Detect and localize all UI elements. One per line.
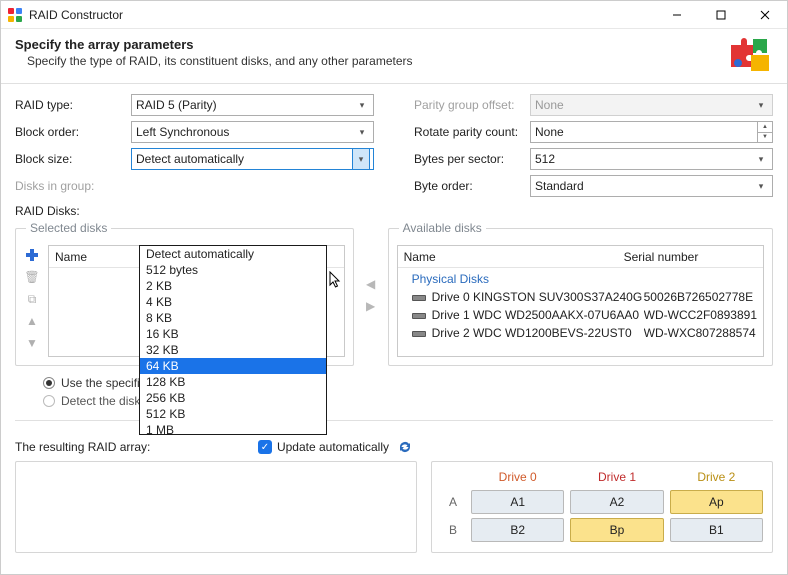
drive-header-1: Drive 1 — [567, 470, 666, 484]
move-right-icon[interactable]: ▶ — [363, 298, 379, 314]
window-title: RAID Constructor — [29, 8, 123, 22]
page-subtitle: Specify the type of RAID, its constituen… — [27, 54, 727, 68]
page-title: Specify the array parameters — [15, 37, 727, 52]
disk-row[interactable]: Drive 1 WDC WD2500AAKX-07U6AA0WD-WCC2F08… — [398, 306, 763, 324]
delete-icon[interactable]: 🗑 — [24, 269, 40, 285]
raid-type-select[interactable]: RAID 5 (Parity) ▾ — [131, 94, 374, 116]
titlebar: RAID Constructor — [1, 1, 787, 29]
disk-icon — [412, 310, 426, 320]
chevron-down-icon: ▾ — [754, 181, 768, 192]
duplicate-icon[interactable]: ⧉ — [24, 291, 40, 307]
radio-checked-icon — [43, 377, 55, 389]
data-block: A1 — [471, 490, 564, 514]
block-size-dropdown[interactable]: Detect automatically512 bytes2 KB4 KB8 K… — [139, 245, 327, 435]
selected-disks-title: Selected disks — [26, 221, 111, 235]
rotate-parity-label: Rotate parity count: — [414, 125, 530, 139]
block-size-option[interactable]: 64 KB — [140, 358, 326, 374]
disk-serial: WD-WCC2F0893891 — [644, 308, 757, 322]
block-size-option[interactable]: Detect automatically — [140, 246, 326, 262]
drive-header-2: Drive 2 — [667, 470, 766, 484]
drive-header-0: Drive 0 — [468, 470, 567, 484]
layout-row: AA1A2 Ap — [438, 490, 766, 514]
spin-up-icon[interactable]: ▲ — [758, 122, 772, 133]
raid-disks-label: RAID Disks: — [15, 204, 773, 218]
disk-name: Drive 0 KINGSTON SUV300S37A240G — [432, 290, 644, 304]
avail-serial-column: Serial number — [624, 250, 757, 264]
update-auto-label: Update automatically — [277, 440, 389, 454]
raid-type-label: RAID type: — [15, 98, 131, 112]
app-icon — [7, 7, 23, 23]
refresh-icon[interactable] — [397, 439, 413, 455]
update-auto-checkbox[interactable]: ✓ — [258, 440, 272, 454]
available-disks-title: Available disks — [399, 221, 486, 235]
resulting-array-label: The resulting RAID array: — [15, 440, 150, 454]
page-header: Specify the array parameters Specify the… — [1, 29, 787, 83]
parity-offset-label: Parity group offset: — [414, 98, 530, 112]
move-left-icon[interactable]: ◀ — [363, 276, 379, 292]
move-up-icon[interactable]: ▲ — [24, 313, 40, 329]
data-block: A2 — [570, 490, 663, 514]
byte-order-label: Byte order: — [414, 179, 530, 193]
chevron-down-icon: ▾ — [354, 154, 368, 165]
data-block: B2 — [471, 518, 564, 542]
disk-name: Drive 1 WDC WD2500AAKX-07U6AA0 — [432, 308, 644, 322]
layout-row: BB2Bp B1 — [438, 518, 766, 542]
chevron-down-icon: ▾ — [754, 100, 768, 111]
app-window: RAID Constructor Specify the array param… — [0, 0, 788, 575]
block-size-option[interactable]: 1 MB — [140, 422, 326, 435]
block-size-option[interactable]: 256 KB — [140, 390, 326, 406]
params-left-column: RAID type: RAID 5 (Parity) ▾ Block order… — [15, 94, 374, 202]
block-order-label: Block order: — [15, 125, 131, 139]
maximize-button[interactable] — [699, 1, 743, 29]
selected-name-column: Name — [55, 250, 87, 264]
block-size-label: Block size: — [15, 152, 131, 166]
add-icon[interactable] — [24, 247, 40, 263]
physical-disks-section: Physical Disks — [398, 268, 763, 288]
disk-serial: WD-WXC807288574 — [644, 326, 757, 340]
rotate-parity-spin[interactable]: None ▲ ▼ — [530, 121, 773, 143]
parity-block: Ap — [670, 490, 763, 514]
bytes-per-sector-label: Bytes per sector: — [414, 152, 530, 166]
disk-name: Drive 2 WDC WD1200BEVS-22UST0 — [432, 326, 644, 340]
raid-layout-table: Drive 0 Drive 1 Drive 2 AA1A2 Ap BB2Bp B1 — [431, 461, 773, 553]
spin-down-icon[interactable]: ▼ — [758, 133, 772, 143]
move-down-icon[interactable]: ▼ — [24, 335, 40, 351]
chevron-down-icon: ▾ — [754, 154, 768, 165]
bytes-per-sector-select[interactable]: 512 ▾ — [530, 148, 773, 170]
available-disks-list[interactable]: Name Serial number Physical Disks Drive … — [397, 245, 764, 357]
result-preview-box — [15, 461, 417, 553]
parity-block: Bp — [570, 518, 663, 542]
block-size-option[interactable]: 2 KB — [140, 278, 326, 294]
parity-offset-select: None ▾ — [530, 94, 773, 116]
disk-row[interactable]: Drive 2 WDC WD1200BEVS-22UST0WD-WXC80728… — [398, 324, 763, 342]
params-right-column: Parity group offset: None ▾ Rotate parit… — [414, 94, 773, 202]
puzzle-logo-icon — [727, 35, 773, 73]
block-size-option[interactable]: 32 KB — [140, 342, 326, 358]
block-size-option[interactable]: 16 KB — [140, 326, 326, 342]
block-size-option[interactable]: 512 KB — [140, 406, 326, 422]
disk-icon — [412, 328, 426, 338]
chevron-down-icon: ▾ — [355, 127, 369, 138]
block-size-option[interactable]: 128 KB — [140, 374, 326, 390]
block-size-option[interactable]: 4 KB — [140, 294, 326, 310]
block-size-select[interactable]: Detect automatically ▾ — [131, 148, 374, 170]
avail-name-column: Name — [404, 250, 624, 264]
byte-order-select[interactable]: Standard ▾ — [530, 175, 773, 197]
chevron-down-icon: ▾ — [355, 100, 369, 111]
block-size-option[interactable]: 8 KB — [140, 310, 326, 326]
disk-icon — [412, 292, 426, 302]
radio-unchecked-icon — [43, 395, 55, 407]
minimize-button[interactable] — [655, 1, 699, 29]
disks-in-group-label: Disks in group: — [15, 179, 131, 193]
disk-serial: 50026B726502778E — [644, 290, 757, 304]
available-disks-panel: Available disks Name Serial number Physi… — [388, 224, 773, 366]
layout-row-label: B — [438, 523, 468, 537]
close-button[interactable] — [743, 1, 787, 29]
block-order-select[interactable]: Left Synchronous ▾ — [131, 121, 374, 143]
block-size-option[interactable]: 512 bytes — [140, 262, 326, 278]
layout-row-label: A — [438, 495, 468, 509]
disk-row[interactable]: Drive 0 KINGSTON SUV300S37A240G50026B726… — [398, 288, 763, 306]
data-block: B1 — [670, 518, 763, 542]
